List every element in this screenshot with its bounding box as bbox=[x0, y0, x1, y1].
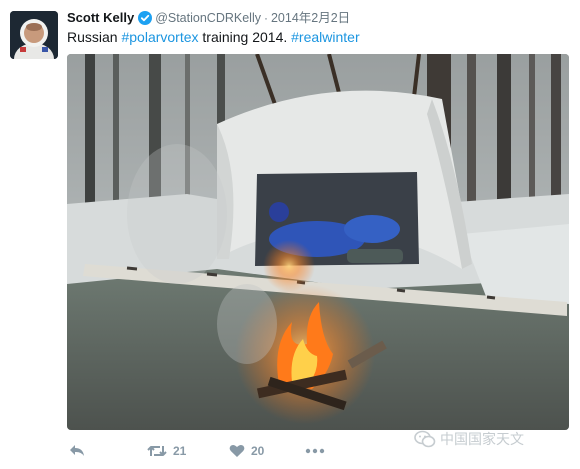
tweet-header: Scott Kelly @StationCDRKelly · 2014年2月2日 bbox=[67, 9, 350, 27]
tweet-text-part: training 2014. bbox=[198, 29, 292, 45]
tweet-text: Russian #polarvortex training 2014. #rea… bbox=[67, 28, 360, 46]
retweet-action[interactable]: 21 bbox=[147, 440, 186, 462]
more-action[interactable] bbox=[305, 440, 325, 462]
tweet-card: Scott Kelly @StationCDRKelly · 2014年2月2日… bbox=[0, 0, 580, 469]
like-count: 20 bbox=[251, 444, 265, 458]
header-separator: · bbox=[263, 11, 268, 25]
author-handle[interactable]: @StationCDRKelly bbox=[155, 9, 261, 27]
avatar[interactable] bbox=[10, 11, 58, 59]
tweet-photo[interactable] bbox=[67, 54, 569, 430]
like-action[interactable]: 20 bbox=[229, 440, 264, 462]
hashtag-link[interactable]: #realwinter bbox=[291, 29, 359, 45]
winter-camp-photo bbox=[67, 54, 569, 430]
hashtag-link[interactable]: #polarvortex bbox=[121, 29, 198, 45]
wechat-icon bbox=[414, 430, 436, 448]
watermark-text: 中国国家天文 bbox=[440, 431, 524, 447]
retweet-count: 21 bbox=[173, 444, 187, 458]
heart-icon bbox=[229, 444, 245, 457]
tweet-text-part: Russian bbox=[67, 29, 122, 45]
more-dots-icon bbox=[305, 448, 325, 454]
reply-action[interactable] bbox=[69, 440, 85, 462]
retweet-icon bbox=[147, 446, 167, 456]
reply-icon bbox=[70, 445, 84, 456]
verified-badge-icon bbox=[138, 11, 153, 25]
tweet-date[interactable]: 2014年2月2日 bbox=[271, 9, 350, 27]
author-name[interactable]: Scott Kelly bbox=[67, 9, 134, 27]
astronaut-avatar-image bbox=[10, 11, 58, 59]
watermark: 中国国家天文 bbox=[414, 428, 524, 450]
